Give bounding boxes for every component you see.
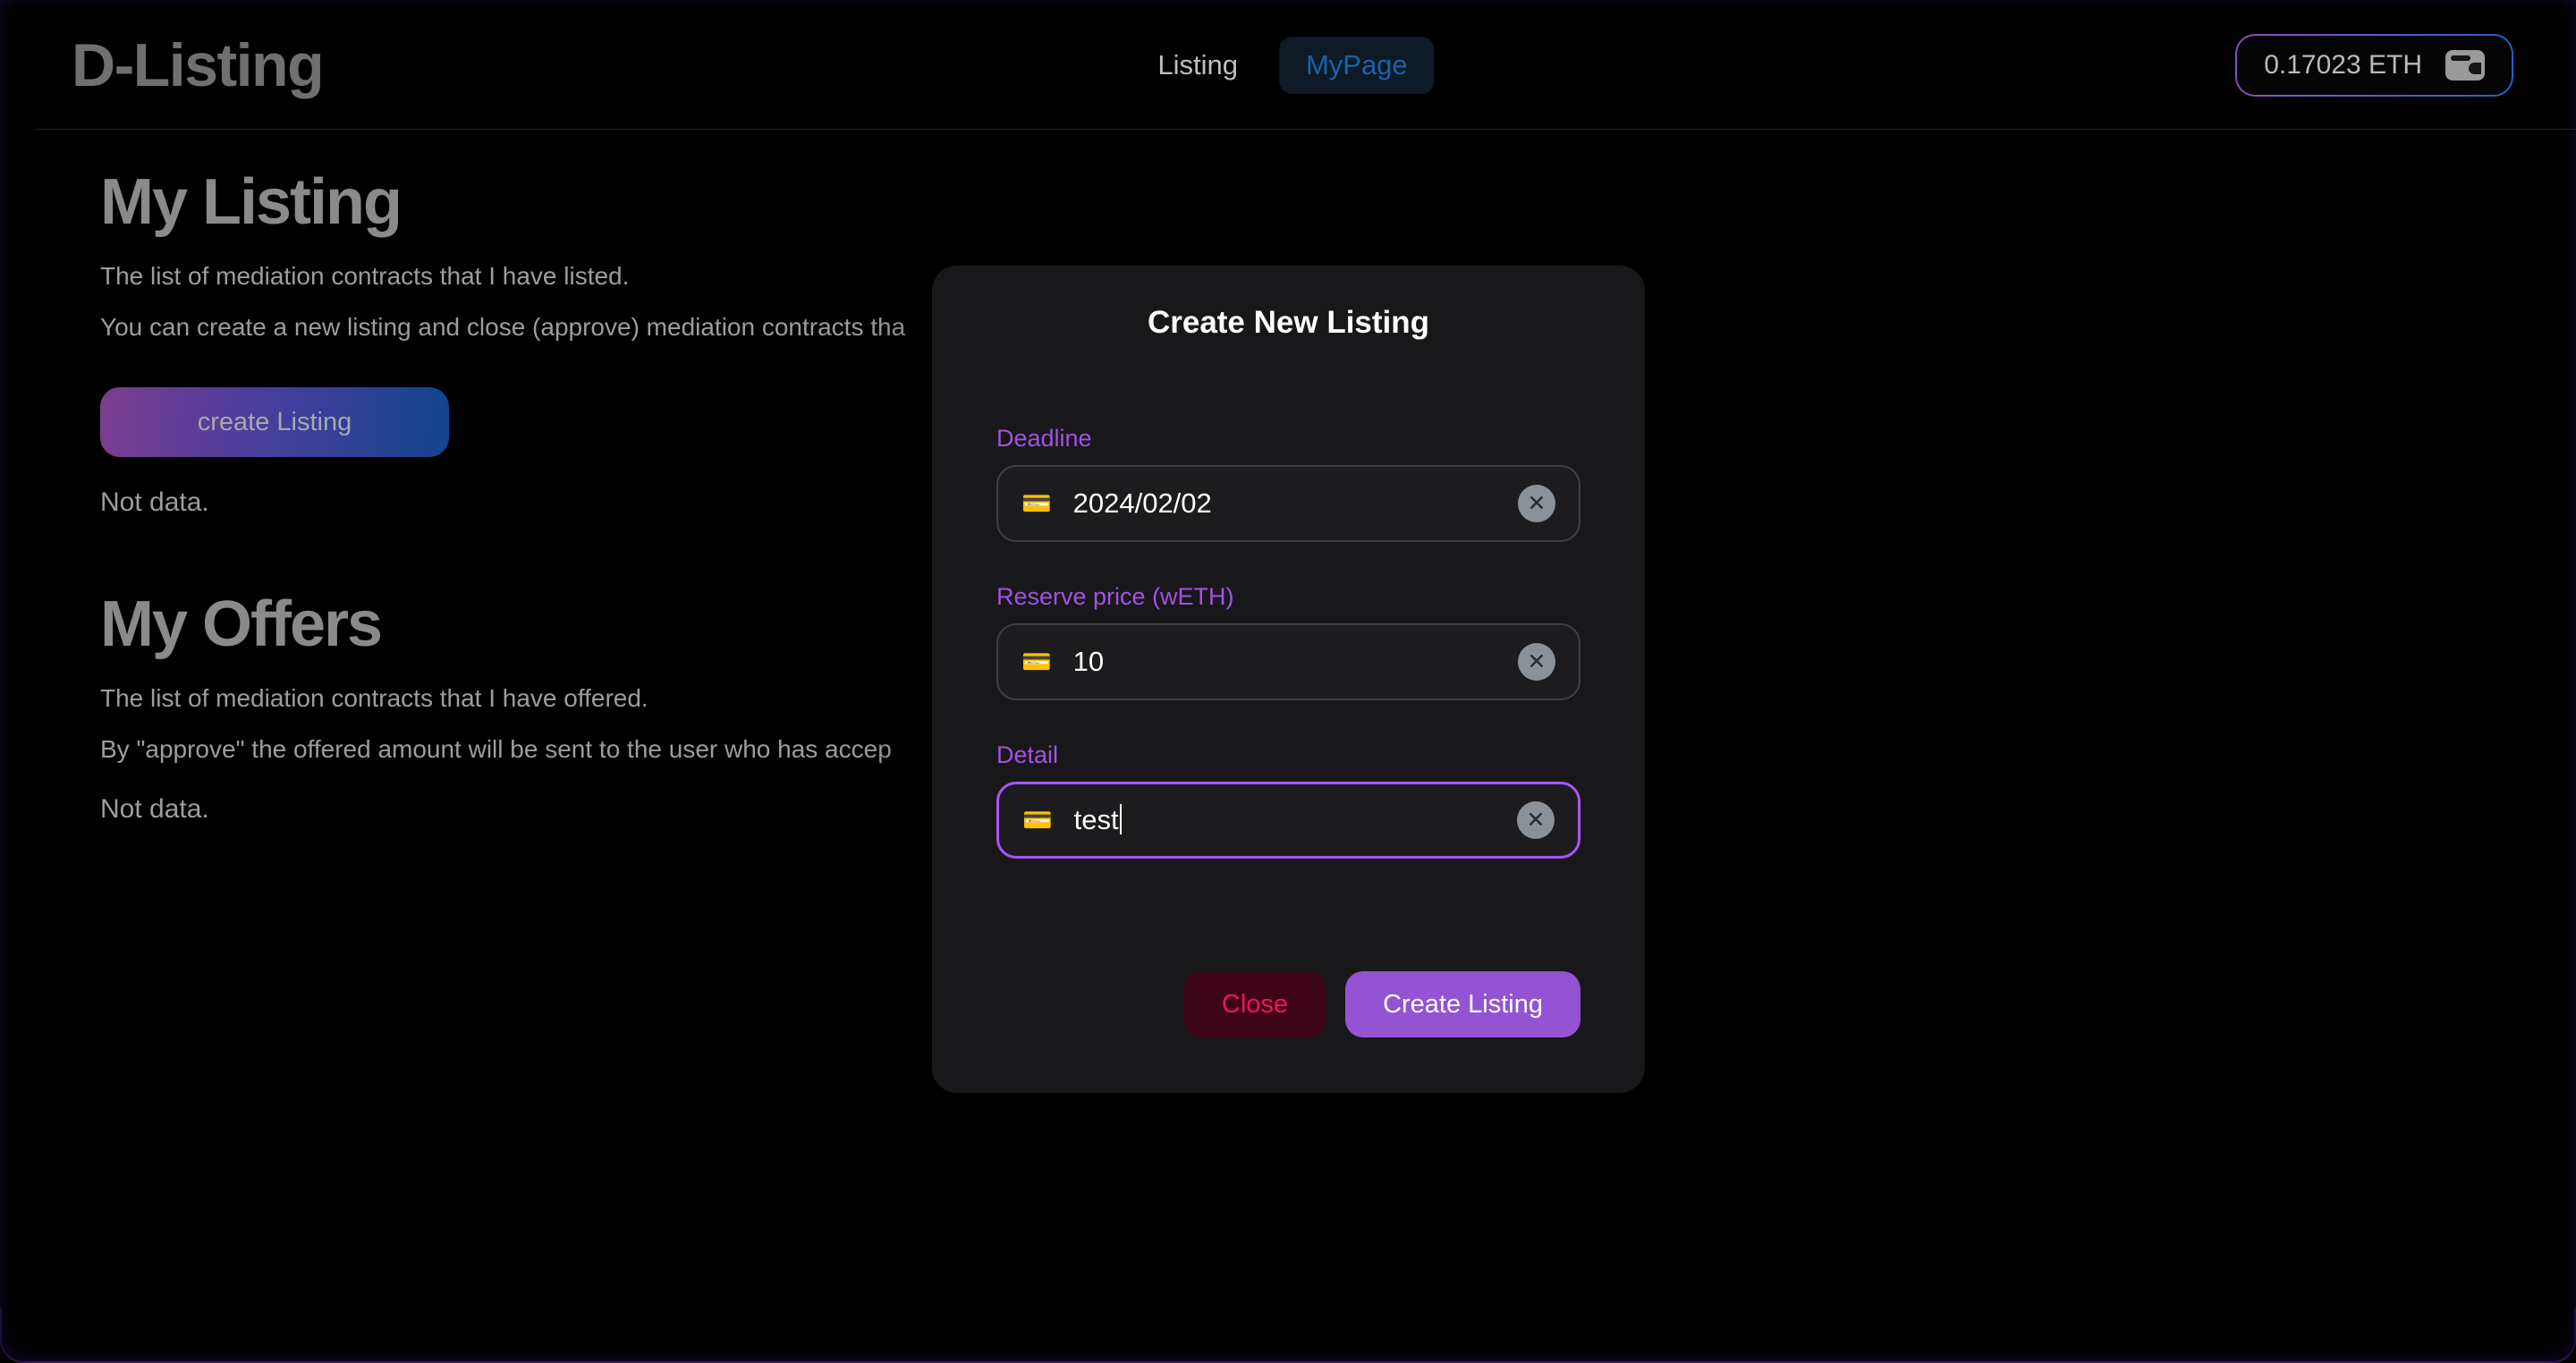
app-logo[interactable]: D-Listing — [72, 35, 325, 96]
detail-label: Detail — [996, 741, 1059, 768]
field-group-detail: Detail 💳 test ✕ — [996, 741, 1580, 859]
nav-item-listing[interactable]: Listing — [1141, 40, 1254, 90]
nav-item-mypage[interactable]: MyPage — [1278, 36, 1435, 94]
wallet-icon — [2445, 49, 2485, 80]
deadline-input[interactable]: 💳 2024/02/02 ✕ — [996, 465, 1580, 542]
browser-window: D-Listing Listing MyPage 0.17023 ETH My … — [0, 0, 2576, 1363]
modal-title: Create New Listing — [1147, 305, 1430, 340]
deadline-clear-icon[interactable]: ✕ — [1518, 485, 1555, 522]
credit-card-icon: 💳 — [1022, 806, 1053, 834]
reserve-price-label: Reserve price (wETH) — [996, 583, 1234, 610]
reserve-price-input-value: 10 — [1072, 646, 1105, 677]
text-caret — [1119, 804, 1122, 834]
deadline-input-value: 2024/02/02 — [1072, 487, 1212, 519]
reserve-price-clear-icon[interactable]: ✕ — [1518, 643, 1555, 681]
create-listing-modal: Create New Listing Deadline 💳 2024/02/02… — [932, 266, 1645, 1093]
field-group-deadline: Deadline 💳 2024/02/02 ✕ — [996, 425, 1580, 542]
my-listing-title: My Listing — [100, 166, 402, 238]
detail-clear-icon[interactable]: ✕ — [1517, 801, 1555, 839]
detail-input-value-wrap: test — [1074, 804, 1517, 836]
create-listing-button[interactable]: create Listing — [100, 387, 449, 458]
main-nav: Listing MyPage — [1141, 36, 1435, 94]
detail-input-value: test — [1073, 804, 1119, 835]
app-header: D-Listing Listing MyPage 0.17023 ETH — [0, 0, 2576, 130]
credit-card-icon: 💳 — [1021, 489, 1052, 517]
detail-input[interactable]: 💳 test ✕ — [996, 782, 1580, 859]
wallet-balance: 0.17023 ETH — [2264, 49, 2422, 80]
create-listing-submit-button[interactable]: Create Listing — [1345, 971, 1580, 1037]
credit-card-icon: 💳 — [1021, 648, 1052, 675]
wallet-button[interactable]: 0.17023 ETH — [2237, 35, 2512, 95]
modal-footer: Close Create Listing — [996, 971, 1580, 1037]
deadline-label: Deadline — [996, 425, 1092, 452]
close-button[interactable]: Close — [1183, 971, 1326, 1037]
reserve-price-input[interactable]: 💳 10 ✕ — [996, 623, 1580, 700]
modal-form: Deadline 💳 2024/02/02 ✕ Reserve price (w… — [996, 425, 1580, 859]
field-group-reserve-price: Reserve price (wETH) 💳 10 ✕ — [996, 583, 1580, 700]
